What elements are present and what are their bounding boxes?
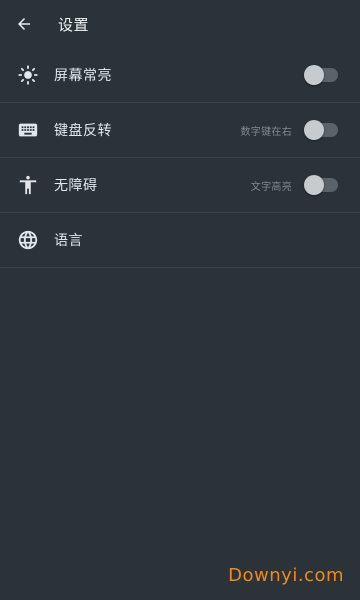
settings-list: 屏幕常亮 键盘反转 数字键在右 无障碍 文字高亮 语言: [0, 48, 360, 268]
setting-subtitle: 数字键在右: [240, 126, 292, 138]
globe-icon: [16, 228, 40, 252]
arrow-left-icon: [18, 18, 30, 30]
toggle-knob: [304, 65, 324, 85]
toggle-knob: [304, 120, 324, 140]
keyboard-icon: [16, 118, 40, 142]
setting-subtitle: 文字高亮: [250, 181, 292, 193]
page-title: 设置: [58, 15, 90, 34]
toggle-knob: [304, 175, 324, 195]
setting-row-keyboard-reverse[interactable]: 键盘反转 数字键在右: [0, 103, 360, 158]
setting-label: 键盘反转: [54, 123, 112, 139]
accessibility-toggle[interactable]: [304, 175, 338, 195]
setting-label: 无障碍: [54, 178, 98, 194]
keyboard-reverse-toggle[interactable]: [304, 120, 338, 140]
accessibility-icon: [16, 173, 40, 197]
back-button[interactable]: [12, 12, 36, 36]
brightness-icon: [16, 63, 40, 87]
setting-row-language[interactable]: 语言: [0, 213, 360, 268]
app-bar: 设置: [0, 0, 360, 48]
screen-on-toggle[interactable]: [304, 65, 338, 85]
settings-screen: 设置 屏幕常亮 键盘反转 数字键在右 无障碍 文字高亮 语言 Downyi.co…: [0, 0, 360, 600]
setting-row-screen-on[interactable]: 屏幕常亮: [0, 48, 360, 103]
setting-label: 语言: [54, 233, 83, 249]
setting-row-accessibility[interactable]: 无障碍 文字高亮: [0, 158, 360, 213]
setting-label: 屏幕常亮: [54, 68, 112, 84]
watermark-logo: Downyi.com: [228, 565, 344, 586]
